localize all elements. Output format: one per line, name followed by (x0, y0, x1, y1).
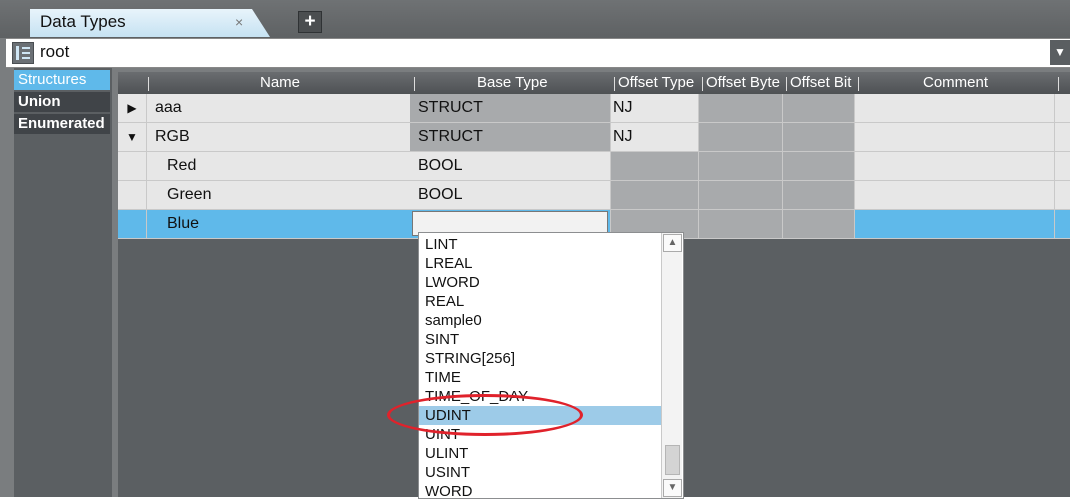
row-end-cell (1054, 152, 1070, 180)
member-name[interactable]: aaa (146, 94, 410, 122)
scroll-up-icon[interactable]: ▲ (663, 234, 682, 252)
offset-byte-cell (698, 152, 782, 180)
tab-title: Data Types (40, 12, 126, 31)
table-row[interactable]: ▶ aaa STRUCT NJ (118, 94, 1070, 123)
list-item[interactable]: USINT (419, 463, 661, 482)
add-tab-button[interactable]: + (298, 11, 322, 33)
namespace-bar: root ▼ (6, 38, 1070, 68)
offset-bit-cell (782, 181, 854, 209)
comment-cell[interactable] (854, 210, 1054, 238)
row-indent (118, 181, 146, 209)
offset-byte-cell (698, 123, 782, 151)
comment-cell[interactable] (854, 152, 1054, 180)
offset-byte-cell (698, 210, 782, 238)
list-item[interactable]: LINT (419, 235, 661, 254)
member-name[interactable]: Red (146, 152, 410, 180)
offset-type-cell[interactable]: NJ (610, 94, 698, 122)
row-indent (118, 152, 146, 180)
member-name[interactable]: RGB (146, 123, 410, 151)
base-type-dropdown-list[interactable]: LINT LREAL LWORD REAL sample0 SINT STRIN… (418, 232, 684, 499)
comment-cell[interactable] (854, 181, 1054, 209)
table-row[interactable]: Green BOOL (118, 181, 1070, 210)
list-item[interactable]: LREAL (419, 254, 661, 273)
offset-type-cell (610, 181, 698, 209)
offset-bit-cell (782, 123, 854, 151)
data-types-editor: Data Types × + root ▼ Structures Union E… (0, 0, 1070, 499)
chevron-down-icon[interactable]: ▼ (1050, 40, 1070, 65)
namespace-label: root (40, 42, 70, 61)
tab-enumerated[interactable]: Enumerated (14, 114, 110, 134)
dropdown-scrollbar[interactable]: ▲ ▼ (661, 233, 682, 498)
column-header-base-type[interactable]: Base Type (477, 74, 548, 91)
list-item[interactable]: sample0 (419, 311, 661, 330)
table-row[interactable]: Red BOOL (118, 152, 1070, 181)
column-header-offset-byte[interactable]: Offset Byte (706, 74, 780, 91)
list-item[interactable]: SINT (419, 330, 661, 349)
column-header-offset-bit[interactable]: Offset Bit (790, 74, 851, 91)
offset-bit-cell (782, 152, 854, 180)
base-type-cell[interactable]: STRUCT (410, 123, 610, 151)
offset-byte-cell (698, 181, 782, 209)
column-header-name[interactable]: Name (260, 74, 300, 91)
scroll-down-icon[interactable]: ▼ (663, 479, 682, 497)
tab-structures[interactable]: Structures (14, 70, 110, 90)
list-item[interactable]: ULINT (419, 444, 661, 463)
row-end-cell (1054, 210, 1070, 238)
list-item[interactable]: REAL (419, 292, 661, 311)
annotation-circle (387, 394, 583, 436)
collapse-icon[interactable]: ▼ (118, 123, 146, 151)
row-end-cell (1054, 181, 1070, 209)
offset-byte-cell (698, 94, 782, 122)
scroll-thumb[interactable] (665, 445, 680, 475)
grid-header: Name Base Type Offset Type Offset Byte O… (118, 72, 1070, 94)
type-category-list: Structures Union Enumerated (14, 68, 112, 497)
list-item[interactable]: TIME (419, 368, 661, 387)
list-item[interactable]: STRING[256] (419, 349, 661, 368)
offset-bit-cell (782, 94, 854, 122)
column-header-comment[interactable]: Comment (923, 74, 988, 91)
base-type-cell[interactable]: STRUCT (410, 94, 610, 122)
namespace-icon (12, 42, 34, 64)
base-type-cell[interactable]: BOOL (410, 181, 610, 209)
list-item[interactable]: LWORD (419, 273, 661, 292)
table-row[interactable]: ▼ RGB STRUCT NJ (118, 123, 1070, 152)
member-name[interactable]: Green (146, 181, 410, 209)
offset-type-cell (610, 152, 698, 180)
row-end-cell (1054, 94, 1070, 122)
member-name[interactable]: Blue (146, 210, 410, 238)
expand-icon[interactable]: ▶ (118, 94, 146, 122)
tab-bar: Data Types × + (0, 0, 1070, 38)
tab-union[interactable]: Union (14, 92, 110, 112)
row-indent (118, 210, 146, 238)
base-type-cell[interactable]: BOOL (410, 152, 610, 180)
close-icon[interactable]: × (235, 14, 243, 30)
column-header-offset-type[interactable]: Offset Type (618, 74, 694, 91)
offset-type-cell[interactable]: NJ (610, 123, 698, 151)
tab-data-types[interactable]: Data Types × (30, 9, 270, 37)
list-item[interactable]: WORD (419, 482, 661, 498)
row-end-cell (1054, 123, 1070, 151)
offset-bit-cell (782, 210, 854, 238)
comment-cell[interactable] (854, 123, 1054, 151)
comment-cell[interactable] (854, 94, 1054, 122)
